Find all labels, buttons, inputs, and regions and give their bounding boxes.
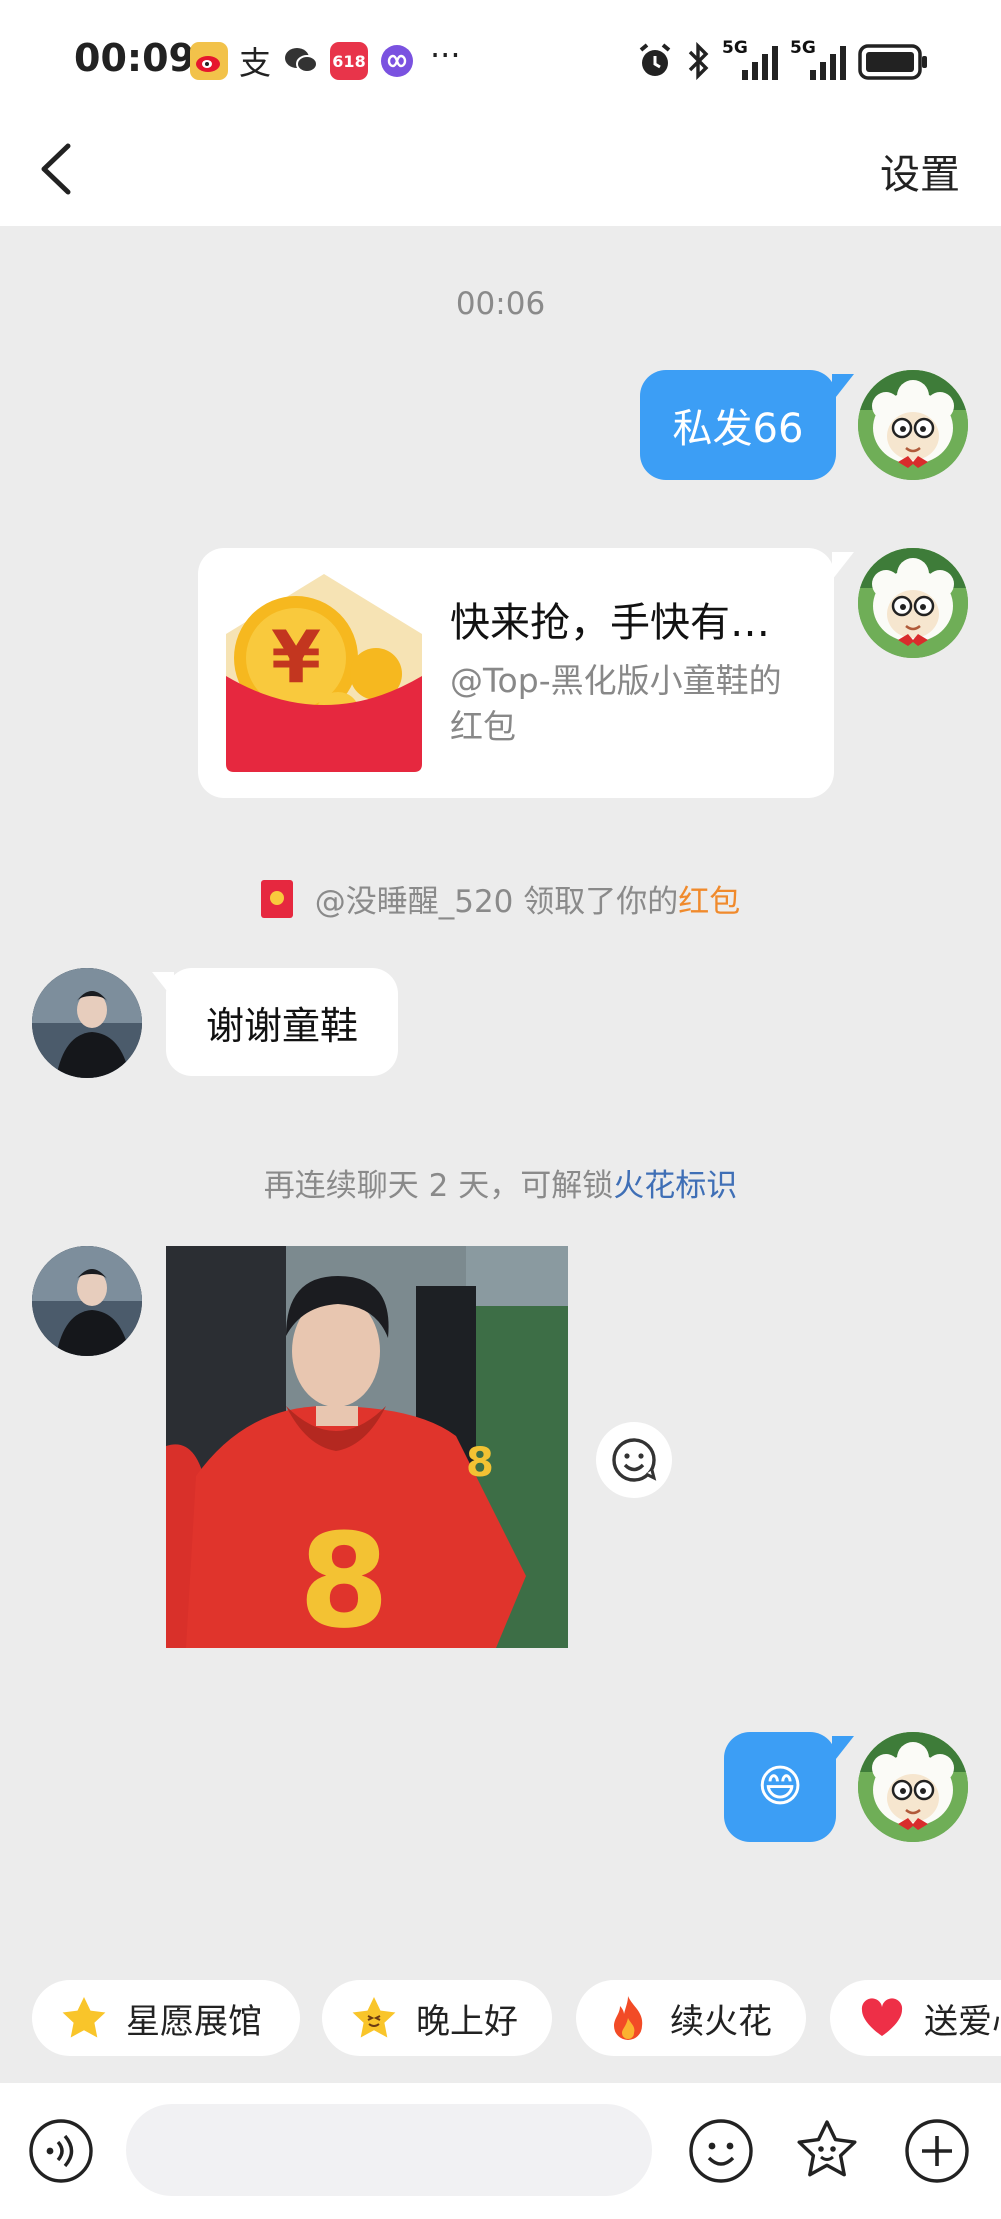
link-icon <box>378 42 416 80</box>
settings-button[interactable]: 设置 <box>880 142 960 200</box>
taobao-618-icon: 618 <box>330 42 368 80</box>
contact-avatar[interactable] <box>32 968 142 1078</box>
red-packet-subtitle: @Top-黑化版小童鞋的红包 <box>450 661 782 746</box>
contact-avatar[interactable] <box>32 1246 142 1356</box>
my-avatar[interactable] <box>858 548 968 658</box>
bubble-tail <box>832 374 854 408</box>
my-avatar[interactable] <box>858 370 968 480</box>
red-packet-link[interactable]: 红包 <box>678 876 740 921</box>
heart-icon <box>858 1994 906 2042</box>
status-time: 00:09 <box>74 36 195 80</box>
message-timestamp: 00:06 <box>455 286 546 322</box>
star-sticker-icon[interactable] <box>794 2118 860 2184</box>
svg-text:8: 8 <box>299 1505 389 1648</box>
star-icon <box>60 1994 108 2042</box>
more-notifications: ··· <box>430 36 461 74</box>
add-icon[interactable] <box>904 2118 970 2184</box>
alipay-icon: 支 <box>238 44 271 82</box>
system-notice-streak: 再连续聊天 2 天，可解锁火花标识 <box>0 1160 1001 1205</box>
quick-action-label: 晚上好 <box>416 2001 518 2042</box>
red-packet-message[interactable]: ¥ 快来抢，手快有… @Top-黑化版小童鞋的红包 <box>198 548 834 798</box>
5g-signal-icon-2: 5G <box>790 38 858 82</box>
fire-badge-link[interactable]: 火花标识 <box>613 1168 737 1204</box>
battery-icon <box>858 44 928 84</box>
weibo-icon <box>190 42 228 80</box>
bubble-tail <box>152 972 174 1006</box>
small-red-packet-icon <box>260 879 293 918</box>
back-button[interactable] <box>34 140 84 198</box>
emoji-react-button[interactable] <box>596 1422 672 1498</box>
quick-action-label: 送爱心 <box>924 2001 1001 2042</box>
received-photo[interactable]: 8 8 <box>166 1246 568 1648</box>
wechat-icon <box>282 42 320 80</box>
emoji-icon[interactable] <box>688 2118 754 2184</box>
received-message-bubble[interactable]: 谢谢童鞋 <box>166 968 398 1076</box>
laughing-emoji: 😄 <box>757 1761 803 1812</box>
svg-text:8: 8 <box>466 1440 494 1486</box>
bluetooth-icon <box>684 41 712 84</box>
quick-action-xingyuan[interactable]: 星愿展馆 <box>32 1980 300 2056</box>
bubble-tail <box>832 1736 854 1770</box>
svg-text:¥: ¥ <box>271 615 321 699</box>
quick-action-send-love[interactable]: 送爱心 <box>830 1980 1001 2056</box>
streak-notice-text: 再连续聊天 2 天，可解锁 <box>263 1168 614 1204</box>
bubble-tail <box>832 552 854 586</box>
chat-title-blurred <box>330 142 670 212</box>
quick-action-good-evening[interactable]: 晚上好 <box>322 1980 552 2056</box>
quick-action-continue-fire[interactable]: 续火花 <box>576 1980 806 2056</box>
sent-emoji-bubble[interactable]: 😄 <box>724 1732 836 1842</box>
quick-action-label: 续火花 <box>670 2001 772 2042</box>
emoji-react-icon <box>612 1438 657 1482</box>
message-input[interactable] <box>126 2104 652 2196</box>
star-smile-icon <box>350 1994 398 2042</box>
voice-icon[interactable] <box>28 2118 94 2184</box>
alarm-icon <box>636 42 674 84</box>
red-packet-title: 快来抢，手快有… <box>450 600 770 646</box>
system-notice-text: @没睡醒_520 领取了你的 <box>314 884 679 920</box>
system-notice-red-packet: @没睡醒_520 领取了你的 红包 <box>0 876 1001 921</box>
sent-message-bubble[interactable]: 私发66 <box>640 370 836 480</box>
quick-action-label: 星愿展馆 <box>126 2001 262 2042</box>
my-avatar[interactable] <box>858 1732 968 1842</box>
5g-signal-icon: 5G <box>722 38 790 82</box>
red-packet-icon: ¥ <box>226 574 422 772</box>
fire-icon <box>604 1994 652 2042</box>
